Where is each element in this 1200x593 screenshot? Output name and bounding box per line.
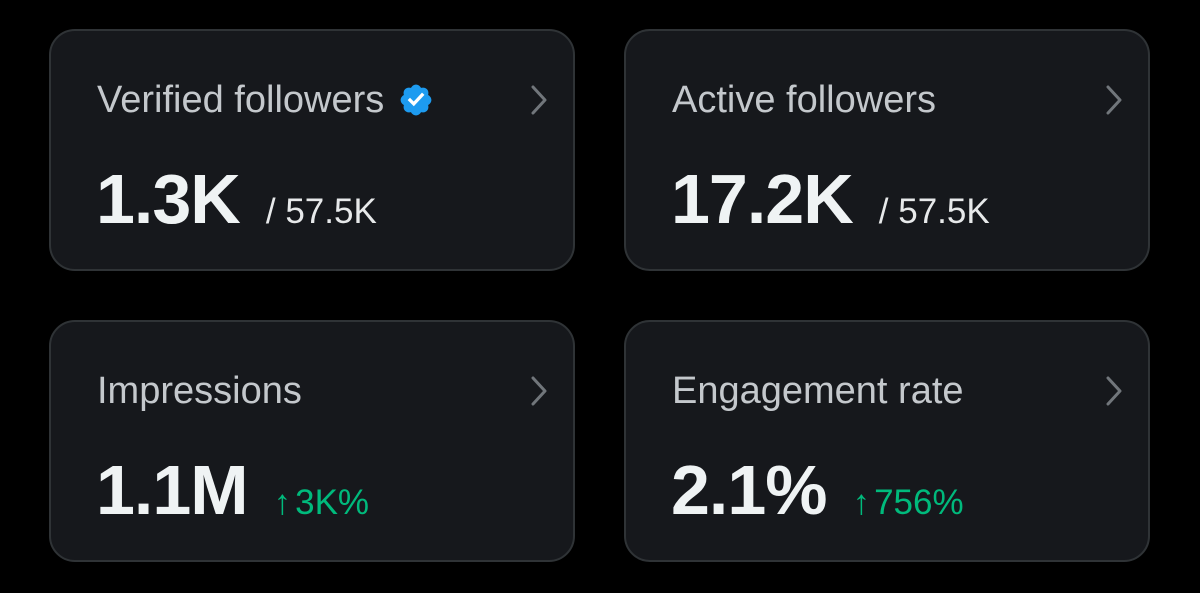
metric-value-row: 1.3K / 57.5K xyxy=(96,159,377,239)
card-title: Active followers xyxy=(672,79,936,121)
metric-total: / 57.5K xyxy=(878,192,990,231)
card-title: Verified followers xyxy=(97,79,385,121)
chevron-right-icon[interactable] xyxy=(527,374,551,408)
impressions-card[interactable]: Impressions 1.1M ↑ 3K% xyxy=(49,320,575,562)
metric-value-row: 1.1M ↑ 3K% xyxy=(96,450,369,530)
card-title-row: Impressions xyxy=(97,366,302,416)
metric-total: / 57.5K xyxy=(265,192,377,231)
metric-value: 1.3K xyxy=(96,160,241,238)
metric-value: 2.1% xyxy=(671,451,828,529)
metric-delta: ↑ 3K% xyxy=(274,483,369,523)
metric-value: 17.2K xyxy=(671,160,854,238)
chevron-right-icon[interactable] xyxy=(527,83,551,117)
metric-delta-value: 756% xyxy=(874,483,964,522)
arrow-up-icon: ↑ xyxy=(852,483,871,522)
verified-badge-icon xyxy=(398,82,434,118)
active-followers-card[interactable]: Active followers 17.2K / 57.5K xyxy=(624,29,1150,271)
card-title-row: Active followers xyxy=(672,75,936,125)
arrow-up-icon: ↑ xyxy=(273,483,292,522)
metric-value-row: 2.1% ↑ 756% xyxy=(671,450,964,530)
metric-value: 1.1M xyxy=(96,451,249,529)
engagement-rate-card[interactable]: Engagement rate 2.1% ↑ 756% xyxy=(624,320,1150,562)
verified-followers-card[interactable]: Verified followers 1.3K / 57.5K xyxy=(49,29,575,271)
chevron-right-icon[interactable] xyxy=(1102,374,1126,408)
card-title-row: Verified followers xyxy=(97,75,434,125)
metric-delta: ↑ 756% xyxy=(853,483,964,523)
metric-value-row: 17.2K / 57.5K xyxy=(671,159,990,239)
card-title: Impressions xyxy=(97,370,302,412)
metric-delta-value: 3K% xyxy=(295,483,370,522)
chevron-right-icon[interactable] xyxy=(1102,83,1126,117)
card-title-row: Engagement rate xyxy=(672,366,964,416)
card-title: Engagement rate xyxy=(672,370,964,412)
